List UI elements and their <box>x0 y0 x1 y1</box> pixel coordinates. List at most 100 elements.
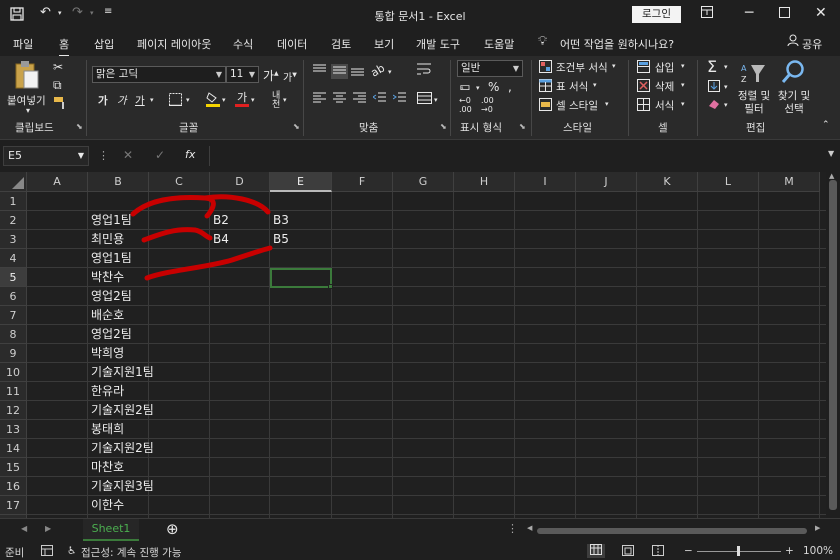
tab-home[interactable]: 홈 <box>59 36 70 57</box>
horizontal-scroll-thumb[interactable] <box>537 528 807 534</box>
zoom-in-icon[interactable]: + <box>785 545 794 557</box>
paste-dropdown-icon[interactable]: ▾ <box>26 106 30 115</box>
autosum-icon[interactable]: Σ <box>707 57 717 76</box>
page-layout-view-icon[interactable] <box>622 545 634 559</box>
paste-icon[interactable] <box>14 60 40 93</box>
format-cells-icon[interactable] <box>637 98 650 114</box>
insert-cells-icon[interactable] <box>637 60 650 76</box>
font-size-combo[interactable]: 11 ▼ <box>226 66 259 83</box>
scroll-right-icon[interactable]: ▶ <box>815 524 820 532</box>
align-top-icon[interactable] <box>313 64 326 79</box>
format-as-table-dropdown-icon[interactable]: ▾ <box>593 81 597 89</box>
customize-qat-icon[interactable]: ≡ <box>104 6 112 17</box>
cancel-entry-icon[interactable]: ✕ <box>123 148 133 162</box>
conditional-format-button[interactable]: 조건부 서식 <box>556 60 608 75</box>
decrease-indent-icon[interactable] <box>372 92 386 107</box>
scroll-up-icon[interactable]: ▲ <box>829 172 834 180</box>
align-right-icon[interactable] <box>353 92 366 107</box>
insert-cells-dropdown-icon[interactable]: ▾ <box>681 62 685 70</box>
number-launcher-icon[interactable]: ⬊ <box>519 122 526 131</box>
clear-dropdown-icon[interactable]: ▾ <box>724 101 728 109</box>
align-middle-icon[interactable] <box>331 64 348 79</box>
format-as-table-icon[interactable] <box>539 79 552 95</box>
tab-formulas[interactable]: 수식 <box>233 36 253 52</box>
maximize-icon[interactable] <box>779 6 790 22</box>
fill-color-icon[interactable] <box>206 91 220 110</box>
cut-icon[interactable]: ✂ <box>53 60 63 74</box>
tab-split-grip-icon[interactable]: ⋮ <box>507 522 518 535</box>
tab-page-layout[interactable]: 페이지 레이아웃 <box>137 36 211 52</box>
formula-input[interactable] <box>209 146 830 166</box>
borders-dropdown-icon[interactable]: ▾ <box>186 96 190 104</box>
delete-cells-dropdown-icon[interactable]: ▾ <box>681 81 685 89</box>
undo-icon[interactable]: ↶ <box>40 5 51 20</box>
sheet-tab-sheet1[interactable]: Sheet1 <box>83 519 139 541</box>
increase-decimal-icon[interactable]: ←0.00 <box>459 96 472 114</box>
name-box-dropdown-icon[interactable]: ▼ <box>78 147 84 165</box>
align-left-icon[interactable] <box>313 92 326 107</box>
find-select-icon[interactable] <box>781 59 805 88</box>
delete-cells-button[interactable]: 삭제 <box>655 79 674 94</box>
accessibility-status[interactable]: 접근성: 계속 진행 가능 <box>81 545 182 560</box>
fill-color-dropdown-icon[interactable]: ▾ <box>222 96 226 104</box>
increase-indent-icon[interactable] <box>392 92 406 107</box>
zoom-slider-thumb[interactable] <box>737 546 740 556</box>
underline-icon[interactable]: 가 <box>135 93 145 108</box>
tab-insert[interactable]: 삽입 <box>94 36 114 52</box>
format-as-table-button[interactable]: 표 서식 <box>556 79 588 94</box>
redo-icon[interactable]: ↷ <box>72 5 83 20</box>
tell-me-search[interactable]: 어떤 작업을 원하시나요? <box>560 36 674 52</box>
font-name-combo[interactable]: 맑은 고딕 ▼ <box>92 66 226 83</box>
scroll-left-icon[interactable]: ◀ <box>527 524 532 532</box>
bold-icon[interactable]: 가 <box>98 93 108 108</box>
normal-view-icon[interactable] <box>587 544 605 558</box>
zoom-out-icon[interactable]: − <box>684 545 693 557</box>
tab-developer[interactable]: 개발 도구 <box>416 36 460 52</box>
macro-record-icon[interactable] <box>41 545 53 559</box>
format-painter-icon[interactable] <box>53 96 67 113</box>
cell-styles-dropdown-icon[interactable]: ▾ <box>605 100 609 108</box>
save-icon[interactable] <box>10 7 24 25</box>
format-cells-dropdown-icon[interactable]: ▾ <box>681 100 685 108</box>
name-box[interactable]: E5 ▼ <box>3 146 89 166</box>
vertical-scroll-thumb[interactable] <box>829 180 837 510</box>
add-sheet-icon[interactable]: ⊕ <box>166 520 179 538</box>
autosum-dropdown-icon[interactable]: ▾ <box>724 63 728 71</box>
increase-font-icon[interactable]: 가▲ <box>263 67 279 84</box>
font-launcher-icon[interactable]: ⬊ <box>293 122 300 131</box>
orientation-icon[interactable]: ab <box>369 61 387 79</box>
find-select-button[interactable]: 찾기 및 선택 <box>776 90 812 116</box>
fill-icon[interactable] <box>708 80 720 95</box>
worksheet-grid[interactable]: ABCDEFGHIJKLM 12345678910111213141516171… <box>0 172 826 518</box>
close-icon[interactable]: ✕ <box>815 5 827 21</box>
align-center-icon[interactable] <box>333 92 346 107</box>
collapse-ribbon-icon[interactable]: ⌃ <box>822 120 830 130</box>
accessibility-icon[interactable]: ♿︎ <box>67 545 76 557</box>
minimize-icon[interactable]: ─ <box>745 5 753 21</box>
accounting-format-icon[interactable]: 💵︎ <box>460 80 470 94</box>
tab-review[interactable]: 검토 <box>331 36 351 52</box>
clipboard-launcher-icon[interactable]: ⬊ <box>76 122 83 131</box>
italic-icon[interactable]: 가 <box>117 93 127 108</box>
font-color-dropdown-icon[interactable]: ▾ <box>251 96 255 104</box>
clear-icon[interactable] <box>708 98 721 113</box>
insert-cells-button[interactable]: 삽입 <box>655 60 674 75</box>
phonetic-dropdown-icon[interactable]: ▾ <box>283 96 287 104</box>
login-button[interactable]: 로그인 <box>632 6 681 23</box>
conditional-format-dropdown-icon[interactable]: ▾ <box>612 62 616 70</box>
ribbon-display-options-icon[interactable] <box>701 6 713 22</box>
tab-help[interactable]: 도움말 <box>484 36 514 52</box>
undo-dropdown-icon[interactable]: ▾ <box>58 9 62 17</box>
redo-dropdown-icon[interactable]: ▾ <box>90 9 94 17</box>
orientation-dropdown-icon[interactable]: ▾ <box>388 68 392 76</box>
next-sheet-icon[interactable]: ▶ <box>45 524 51 533</box>
page-break-view-icon[interactable] <box>652 545 664 559</box>
zoom-level[interactable]: 100% <box>803 545 833 557</box>
comma-style-icon[interactable]: , <box>508 80 512 94</box>
insert-function-icon[interactable]: fx <box>185 148 195 161</box>
copy-icon[interactable]: ⧉ <box>53 78 62 93</box>
phonetic-guide-icon[interactable]: 내천 <box>272 92 280 110</box>
formula-bar-grip-icon[interactable]: ⋮ <box>98 149 109 162</box>
decrease-font-icon[interactable]: 가▼ <box>283 69 297 84</box>
tab-data[interactable]: 데이터 <box>277 36 307 52</box>
